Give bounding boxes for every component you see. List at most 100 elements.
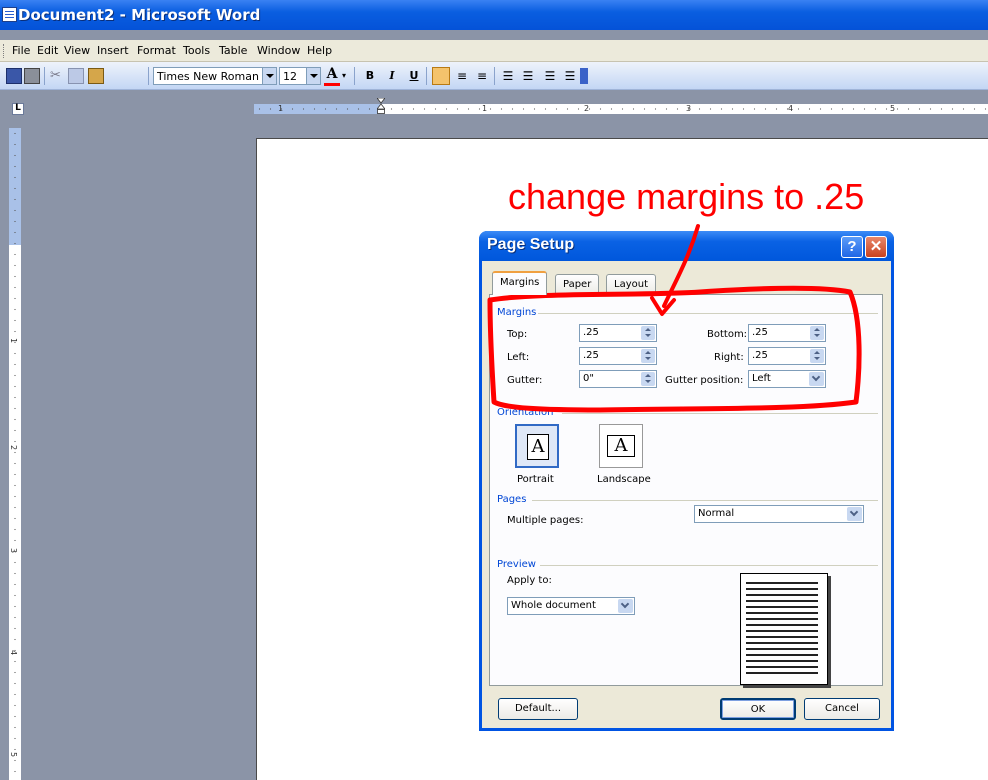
spinner-arrows-icon[interactable] — [641, 372, 655, 386]
spinner-arrows-icon[interactable] — [641, 326, 655, 340]
dialog-title-bar[interactable]: Page Setup ? ✕ — [479, 231, 894, 261]
italic-button[interactable]: I — [384, 68, 400, 84]
apply-to-label: Apply to: — [507, 575, 552, 586]
ruler-number: 2 — [584, 104, 590, 113]
preview-text-line — [746, 582, 818, 584]
ruler-number: 5 — [9, 751, 19, 758]
gutter-position-select[interactable]: Left — [748, 370, 826, 388]
gutter-position-value: Left — [752, 373, 771, 384]
preview-text-line — [746, 648, 818, 650]
align-right-icon[interactable]: ≡ — [474, 68, 490, 84]
menu-view[interactable]: View — [64, 44, 90, 57]
print-icon[interactable] — [24, 68, 40, 84]
preview-text-line — [746, 636, 818, 638]
gutter-spinner[interactable]: 0" — [579, 370, 657, 388]
menu-insert[interactable]: Insert — [97, 44, 129, 57]
chevron-down-icon[interactable] — [262, 68, 276, 84]
menu-file[interactable]: File — [12, 44, 30, 57]
indent-marker-icon[interactable] — [377, 98, 385, 114]
menu-grip[interactable] — [3, 44, 5, 58]
vertical-ruler[interactable]: 1 2 3 4 5 — [9, 128, 21, 780]
font-color-dropdown-icon[interactable]: ▾ — [342, 68, 358, 84]
portrait-option[interactable]: A — [515, 424, 559, 468]
tab-selector[interactable]: L — [12, 103, 24, 115]
cut-icon[interactable]: ✂ — [50, 68, 66, 84]
group-divider — [532, 500, 878, 501]
font-color-icon[interactable]: A — [324, 67, 340, 86]
font-name-value: Times New Roman — [157, 70, 259, 83]
tab-margins[interactable]: Margins — [492, 271, 548, 295]
top-margin-value: .25 — [583, 327, 599, 338]
menu-table[interactable]: Table — [219, 44, 247, 57]
multiple-pages-value: Normal — [698, 508, 735, 519]
ruler-number: 2 — [9, 444, 19, 451]
horizontal-ruler[interactable]: 1 1 2 3 4 5 — [254, 98, 988, 114]
align-center-icon[interactable]: ≡ — [454, 68, 470, 84]
numbering-icon[interactable]: ☰ — [500, 68, 516, 84]
pages-group-label: Pages — [497, 494, 527, 505]
spinner-arrows-icon[interactable] — [641, 349, 655, 363]
default-button[interactable]: Default... — [498, 698, 578, 720]
menu-edit[interactable]: Edit — [37, 44, 58, 57]
copy-icon[interactable] — [68, 68, 84, 84]
preview-text-line — [746, 594, 818, 596]
toolbar-options-icon[interactable] — [580, 68, 588, 84]
tab-layout[interactable]: Layout — [606, 274, 656, 294]
toolbar-separator — [44, 67, 45, 85]
underline-button[interactable]: U — [406, 68, 422, 84]
left-margin-spinner[interactable]: .25 — [579, 347, 657, 365]
ok-button[interactable]: OK — [720, 698, 796, 720]
align-left-icon[interactable] — [432, 67, 450, 85]
increase-indent-icon[interactable]: ☰ — [562, 68, 578, 84]
preview-text-line — [746, 612, 818, 614]
multiple-pages-select[interactable]: Normal — [694, 505, 864, 523]
page-preview-thumbnail — [740, 573, 828, 685]
menu-help[interactable]: Help — [307, 44, 332, 57]
ruler-number: 1 — [482, 104, 488, 113]
multiple-pages-label: Multiple pages: — [507, 515, 584, 526]
gutter-position-label: Gutter position: — [665, 375, 744, 386]
font-size-combo[interactable]: 12 — [279, 67, 321, 85]
tab-paper[interactable]: Paper — [555, 274, 600, 294]
menu-format[interactable]: Format — [137, 44, 176, 57]
landscape-page-icon: A — [607, 435, 635, 457]
bold-button[interactable]: B — [362, 68, 378, 84]
ruler-number: 3 — [9, 547, 19, 554]
group-divider — [540, 565, 878, 566]
preview-text-line — [746, 672, 818, 674]
preview-text-line — [746, 606, 818, 608]
top-margin-spinner[interactable]: .25 — [579, 324, 657, 342]
ruler-number: 4 — [9, 649, 19, 656]
word-document-icon[interactable] — [2, 7, 17, 22]
orientation-group-label: Orientation — [497, 407, 554, 418]
landscape-option[interactable]: A — [599, 424, 643, 468]
help-button[interactable]: ? — [841, 236, 863, 258]
gutter-label: Gutter: — [507, 375, 543, 386]
bottom-margin-spinner[interactable]: .25 — [748, 324, 826, 342]
spinner-arrows-icon[interactable] — [810, 326, 824, 340]
chevron-down-icon[interactable] — [847, 507, 862, 521]
bullets-icon[interactable]: ☰ — [520, 68, 536, 84]
font-name-combo[interactable]: Times New Roman — [153, 67, 277, 85]
menu-window[interactable]: Window — [257, 44, 300, 57]
preview-text-line — [746, 624, 818, 626]
ruler-ticks — [254, 108, 988, 110]
toolbar-separator — [354, 67, 355, 85]
preview-text-line — [746, 654, 818, 656]
spinner-arrows-icon[interactable] — [810, 349, 824, 363]
chevron-down-icon[interactable] — [618, 599, 633, 613]
menu-tools[interactable]: Tools — [183, 44, 210, 57]
save-icon[interactable] — [6, 68, 22, 84]
ruler-number: 1 — [9, 337, 19, 344]
right-margin-spinner[interactable]: .25 — [748, 347, 826, 365]
ruler-row: L 1 1 2 3 4 5 — [0, 92, 988, 118]
close-button[interactable]: ✕ — [865, 236, 887, 258]
portrait-label: Portrait — [517, 474, 554, 485]
chevron-down-icon[interactable] — [809, 372, 824, 386]
chevron-down-icon[interactable] — [306, 68, 320, 84]
apply-to-select[interactable]: Whole document — [507, 597, 635, 615]
paste-icon[interactable] — [88, 68, 104, 84]
cancel-button[interactable]: Cancel — [804, 698, 880, 720]
menu-bar: File Edit View Insert Format Tools Table… — [0, 40, 988, 62]
decrease-indent-icon[interactable]: ☰ — [542, 68, 558, 84]
